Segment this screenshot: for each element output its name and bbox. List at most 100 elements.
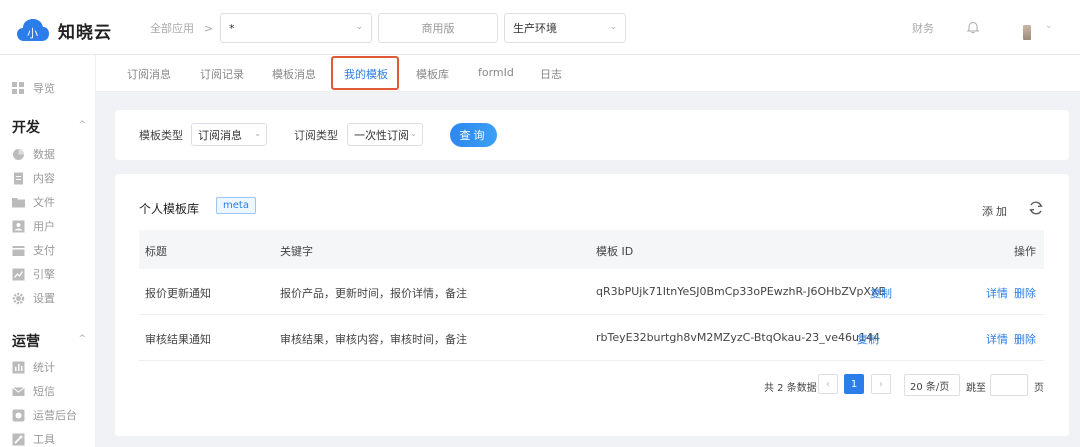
jump-page-input[interactable] [990,374,1028,396]
monitor-icon [12,409,25,422]
sidebar-item-files[interactable]: 文件 [12,193,55,211]
tab-formid[interactable]: formId [478,66,514,79]
row-title: 报价更新通知 [145,287,211,300]
folder-icon [12,196,25,209]
template-library-card: 个人模板库 meta 添加 标题 关键字 模板 ID 操作 报价更新通知 报价产… [115,174,1069,436]
sidebar-item-label: 引擎 [33,268,55,281]
table-row: 审核结果通知 审核结果，审核内容，审核时间，备注 rbTeyE32burtgh8… [139,315,1044,361]
sidebar: 导览 开发 ^ 数据 内容 文件 用户 支付 引擎 设置 运营 ^ 统计 短信 … [0,55,96,447]
subscribe-type-select[interactable]: 一次性订阅 ⌄ [347,123,423,146]
sidebar-item-data[interactable]: 数据 [12,145,55,163]
table-row: 报价更新通知 报价产品，更新时间，报价详情，备注 qR3bPUjk71ItnYe… [139,269,1044,315]
logo-text: 知晓云 [58,22,112,43]
jump-label: 跳至 [966,383,986,394]
logo[interactable]: 小 知晓云 [16,15,112,45]
sidebar-group-dev[interactable]: 开发 ^ [12,117,86,137]
annotation-highlight-box [331,56,399,90]
row-title: 审核结果通知 [145,333,211,346]
sidebar-item-label: 导览 [33,82,55,95]
tab-template-messages[interactable]: 模板消息 [272,66,316,82]
trend-chart-icon [12,268,25,281]
detail-link[interactable]: 详情 [986,285,1008,301]
meta-tag: meta [216,197,256,214]
finance-link[interactable]: 财务 [912,20,934,36]
subscribe-type-value: 一次性订阅 [354,128,409,142]
copy-link[interactable]: 复制 [870,285,892,301]
sidebar-item-content[interactable]: 内容 [12,169,55,187]
column-title: 标题 [145,245,167,258]
chevron-down-icon[interactable]: ⌄ [1045,21,1053,31]
sidebar-item-label: 统计 [33,361,55,374]
sidebar-item-ops-backend[interactable]: 运营后台 [12,406,77,424]
breadcrumb-all-apps[interactable]: 全部应用 [150,20,194,36]
sidebar-group-label: 运营 [12,334,40,350]
chevron-down-icon: ⌄ [254,129,261,138]
page-unit-label: 页 [1034,383,1044,394]
sidebar-item-label: 短信 [33,385,55,398]
row-keywords: 审核结果，审核内容，审核时间，备注 [280,333,467,346]
sidebar-item-sms[interactable]: 短信 [12,382,55,400]
bell-icon[interactable] [967,21,979,34]
template-type-select[interactable]: 订阅消息 ⌄ [191,123,267,146]
breadcrumb: 全部应用 > [150,20,213,36]
template-type-value: 订阅消息 [198,128,242,142]
refresh-icon[interactable] [1028,200,1044,216]
pie-chart-icon [12,148,25,161]
wallet-icon [12,244,25,257]
subscribe-type-label: 订阅类型 [294,129,338,142]
sidebar-item-settings[interactable]: 设置 [12,289,55,307]
env-select[interactable]: 生产环境 ⌄ [504,13,626,43]
page-number-current[interactable]: 1 [844,374,864,394]
pagination-total: 共 2 条数据 [764,383,817,394]
next-page-button[interactable]: › [871,374,891,394]
page-size-value: 20 条/页 [910,381,950,393]
app-select[interactable]: * ⌄ [220,13,372,43]
sidebar-item-overview[interactable]: 导览 [12,79,55,97]
gear-icon [12,292,25,305]
sidebar-item-engine[interactable]: 引擎 [12,265,55,283]
avatar[interactable] [1023,25,1031,40]
top-header: 小 知晓云 全部应用 > * ⌄ 商用版 生产环境 ⌄ 财务 ⌄ [0,0,1080,55]
chevron-up-icon: ^ [78,120,86,130]
sidebar-group-ops[interactable]: 运营 ^ [12,331,86,351]
app-select-value: * [229,21,235,35]
sidebar-group-label: 开发 [12,120,40,136]
sidebar-item-stats[interactable]: 统计 [12,358,55,376]
page-size-select[interactable]: 20 条/页 [904,374,960,396]
sidebar-item-users[interactable]: 用户 [12,217,55,235]
sidebar-item-label: 内容 [33,172,55,185]
cloud-logo-icon: 小 [17,19,49,41]
tab-logs[interactable]: 日志 [540,66,562,82]
add-button[interactable]: 添加 [982,203,1010,219]
sidebar-item-label: 文件 [33,196,55,209]
row-template-id: rbTeyE32burtgh8vM2MZyzC-BtqOkau-23_ve46u… [596,331,880,344]
svg-text:小: 小 [27,27,38,40]
sidebar-item-label: 设置 [33,292,55,305]
document-icon [12,172,25,185]
template-type-label: 模板类型 [139,129,183,142]
wrench-icon [12,433,25,446]
tab-template-library[interactable]: 模板库 [416,66,449,82]
column-actions: 操作 [1014,245,1036,258]
row-template-id: qR3bPUjk71ItnYeSJ0BmCp33oPEwzhR-J6OHbZVp… [596,285,886,298]
prev-page-button[interactable]: ‹ [818,374,838,394]
delete-link[interactable]: 删除 [1014,285,1036,301]
sidebar-item-label: 用户 [33,220,55,233]
tab-bar: 订阅消息 订阅记录 模板消息 我的模板 模板库 formId 日志 [96,55,1080,92]
delete-link[interactable]: 删除 [1014,331,1036,347]
copy-link[interactable]: 复制 [857,331,879,347]
tab-subscribe-records[interactable]: 订阅记录 [200,66,244,82]
sidebar-item-tools[interactable]: 工具 [12,430,55,447]
sidebar-item-label: 运营后台 [33,409,77,422]
detail-link[interactable]: 详情 [986,331,1008,347]
sidebar-item-payment[interactable]: 支付 [12,241,55,259]
env-select-value: 生产环境 [513,22,557,35]
row-keywords: 报价产品，更新时间，报价详情，备注 [280,287,467,300]
sidebar-item-label: 支付 [33,244,55,257]
chevron-down-icon: ⌄ [609,22,617,32]
tab-subscribe-messages[interactable]: 订阅消息 [127,66,171,82]
edition-text: 商用版 [421,22,455,35]
table-header: 标题 关键字 模板 ID 操作 [139,230,1044,269]
column-keywords: 关键字 [280,245,313,258]
query-button[interactable]: 查询 [450,123,497,147]
